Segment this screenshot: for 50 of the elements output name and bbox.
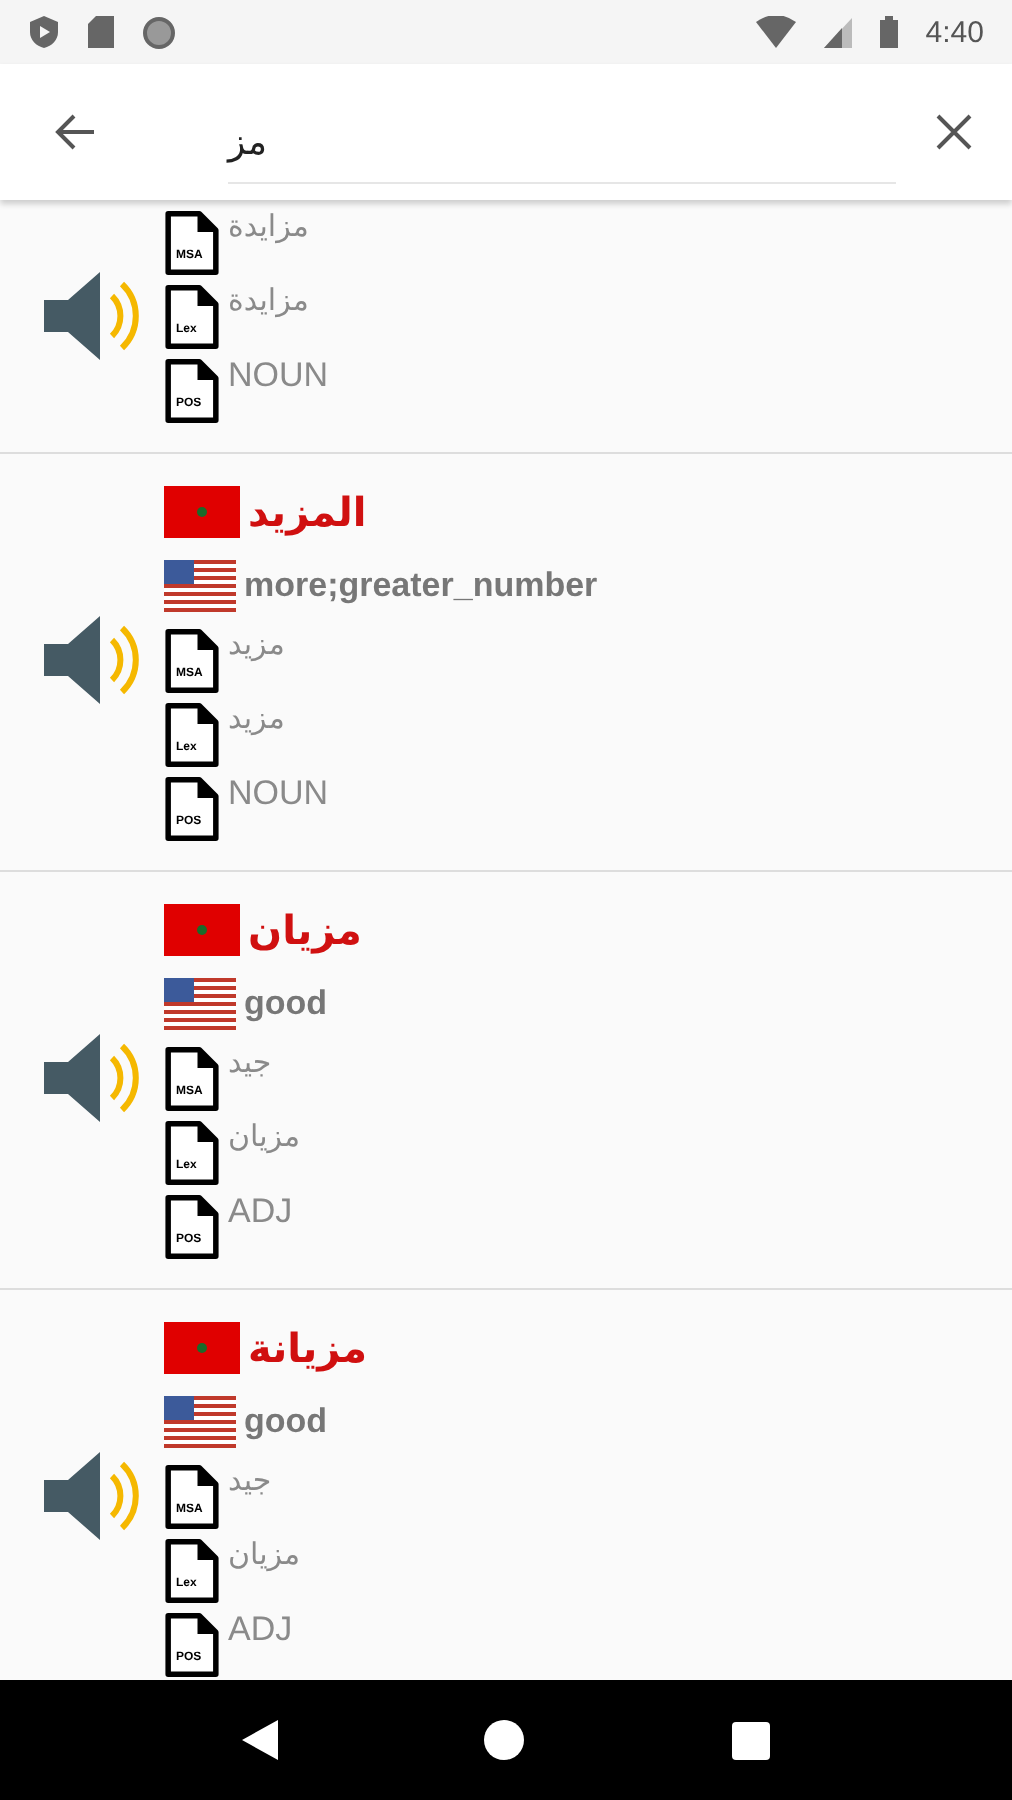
- battery-icon: [879, 16, 898, 48]
- entry-value: جيد: [228, 1044, 272, 1080]
- entry-value: مزايدة: [228, 282, 309, 318]
- speaker-icon[interactable]: [40, 1030, 140, 1126]
- translation: more;greater_number: [244, 566, 598, 606]
- flag-icon: [164, 904, 240, 956]
- speaker-icon[interactable]: [40, 1448, 140, 1544]
- entry-value: مزيد: [228, 700, 285, 736]
- translation: good: [244, 984, 328, 1024]
- document-icon: [164, 701, 220, 767]
- entry-value: NOUN: [228, 356, 329, 396]
- entry-value: مزيان: [228, 1536, 301, 1572]
- clock-time: 4:40: [925, 15, 984, 49]
- flag-icon: [164, 560, 236, 612]
- document-icon: [164, 627, 220, 693]
- square-icon: [731, 1721, 770, 1759]
- entry-value: ADJ: [228, 1610, 293, 1650]
- entry-value: ADJ: [228, 1192, 293, 1232]
- entry-value: مزيد: [228, 626, 285, 662]
- close-icon: [932, 110, 976, 154]
- headword: مزيان: [248, 906, 362, 954]
- entry-value: جيد: [228, 1462, 272, 1498]
- flag-icon: [164, 486, 240, 538]
- sd-card-icon: [88, 16, 114, 48]
- triangle-icon: [242, 1720, 279, 1760]
- headword: المزيد: [248, 488, 367, 536]
- document-icon: [164, 775, 220, 841]
- signal-icon: [823, 17, 852, 47]
- speaker-icon[interactable]: [40, 612, 140, 708]
- document-icon: [164, 1119, 220, 1185]
- document-icon: [164, 1193, 220, 1259]
- flag-icon: [164, 1396, 236, 1448]
- document-icon: [164, 283, 220, 349]
- headword: مزيانة: [248, 1324, 367, 1372]
- document-icon: [164, 1045, 220, 1111]
- circle-icon: [482, 1718, 527, 1762]
- wifi-icon: [755, 16, 796, 48]
- document-icon: [164, 1463, 220, 1529]
- document-icon: [164, 1537, 220, 1603]
- flag-icon: [164, 1322, 240, 1374]
- speaker-icon[interactable]: [40, 268, 140, 364]
- circle-icon: [142, 15, 176, 49]
- shield-icon: [28, 14, 60, 50]
- flag-icon: [164, 978, 236, 1030]
- translation: good: [244, 1402, 328, 1442]
- document-icon: [164, 357, 220, 423]
- entry-value: NOUN: [228, 774, 329, 814]
- document-icon: [164, 209, 220, 275]
- entry-value: مزيان: [228, 1118, 301, 1154]
- entry-value: مزايدة: [228, 208, 309, 244]
